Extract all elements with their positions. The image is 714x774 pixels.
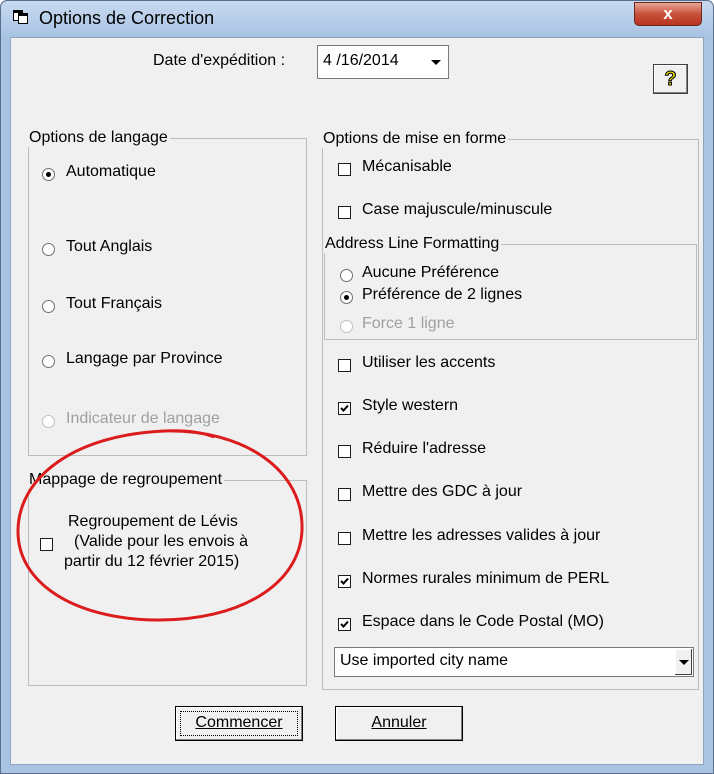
checkbox-label: Espace dans le Code Postal (MO): [362, 613, 604, 630]
city-name-select[interactable]: Use imported city name: [334, 647, 694, 677]
date-picker[interactable]: 4 /16/2014: [317, 45, 449, 79]
red-ellipse-annotation: [16, 429, 304, 622]
focus-rect: [180, 711, 298, 736]
checkbox-gdc-a-jour[interactable]: [338, 488, 351, 501]
chevron-down-icon[interactable]: [674, 649, 692, 675]
checkbox-mecanisable[interactable]: [338, 163, 351, 176]
radio-force-1-ligne: [340, 320, 353, 333]
close-icon: x: [663, 4, 673, 23]
checkmark-icon: [340, 620, 349, 628]
checkbox-reduire-adresse[interactable]: [338, 445, 351, 458]
checkbox-label: Mécanisable: [362, 158, 452, 175]
checkbox-label: Normes rurales minimum de PERL: [362, 570, 610, 587]
window-icon: [13, 10, 28, 24]
checkbox-normes-rurales[interactable]: [338, 575, 351, 588]
checkbox-label: Réduire l'adresse: [362, 440, 487, 457]
help-icon: ?: [664, 68, 677, 91]
group-title: Options de mise en forme: [322, 130, 509, 148]
checkbox-label: Mettre les adresses valides à jour: [362, 527, 601, 544]
checkbox-adresses-valides[interactable]: [338, 532, 351, 545]
radio-label: Automatique: [66, 163, 156, 180]
radio-tout-francais[interactable]: [42, 300, 55, 313]
group-title: Options de langage: [28, 129, 170, 147]
radio-label: Préférence de 2 lignes: [362, 286, 523, 303]
checkbox-utiliser-accents[interactable]: [338, 359, 351, 372]
checkbox-label: Mettre des GDC à jour: [362, 483, 523, 500]
window-title: Options de Correction: [39, 8, 215, 28]
close-button[interactable]: x: [634, 2, 702, 26]
checkbox-case-majuscule[interactable]: [338, 206, 351, 219]
radio-preference-2-lignes[interactable]: [340, 291, 353, 304]
annuler-button[interactable]: Annuler: [335, 706, 463, 741]
dialog-client-area: Date d'expédition : 4 /16/2014 ? Options…: [10, 37, 704, 765]
radio-tout-anglais[interactable]: [42, 243, 55, 256]
date-value: 4 /16/2014: [323, 52, 399, 69]
radio-label: Force 1 ligne: [362, 315, 455, 332]
radio-label: Tout Anglais: [66, 238, 153, 255]
radio-label: Langage par Province: [66, 350, 223, 367]
commencer-button[interactable]: Commencer: [175, 706, 303, 741]
checkmark-icon: [340, 577, 349, 585]
radio-label: Tout Français: [66, 295, 163, 312]
help-button[interactable]: ?: [653, 64, 688, 94]
checkbox-label: Case majuscule/minuscule: [362, 201, 553, 218]
date-label: Date d'expédition :: [153, 52, 286, 69]
checkbox-espace-code-postal[interactable]: [338, 618, 351, 631]
radio-langage-par-province[interactable]: [42, 355, 55, 368]
checkbox-label: Style western: [362, 397, 459, 414]
dialog-window: Options de Correction x Date d'expéditio…: [0, 0, 714, 774]
title-bar[interactable]: Options de Correction x: [1, 1, 713, 35]
radio-label: Aucune Préférence: [362, 264, 499, 281]
checkmark-icon: [340, 404, 349, 412]
city-select-value: Use imported city name: [340, 652, 509, 669]
checkbox-style-western[interactable]: [338, 402, 351, 415]
checkbox-label: Utiliser les accents: [362, 354, 496, 371]
group-title: Address Line Formatting: [324, 235, 502, 253]
button-label: Annuler: [371, 714, 427, 731]
radio-aucune-preference[interactable]: [340, 269, 353, 282]
radio-automatique[interactable]: [42, 168, 55, 181]
chevron-down-icon[interactable]: [427, 47, 447, 77]
